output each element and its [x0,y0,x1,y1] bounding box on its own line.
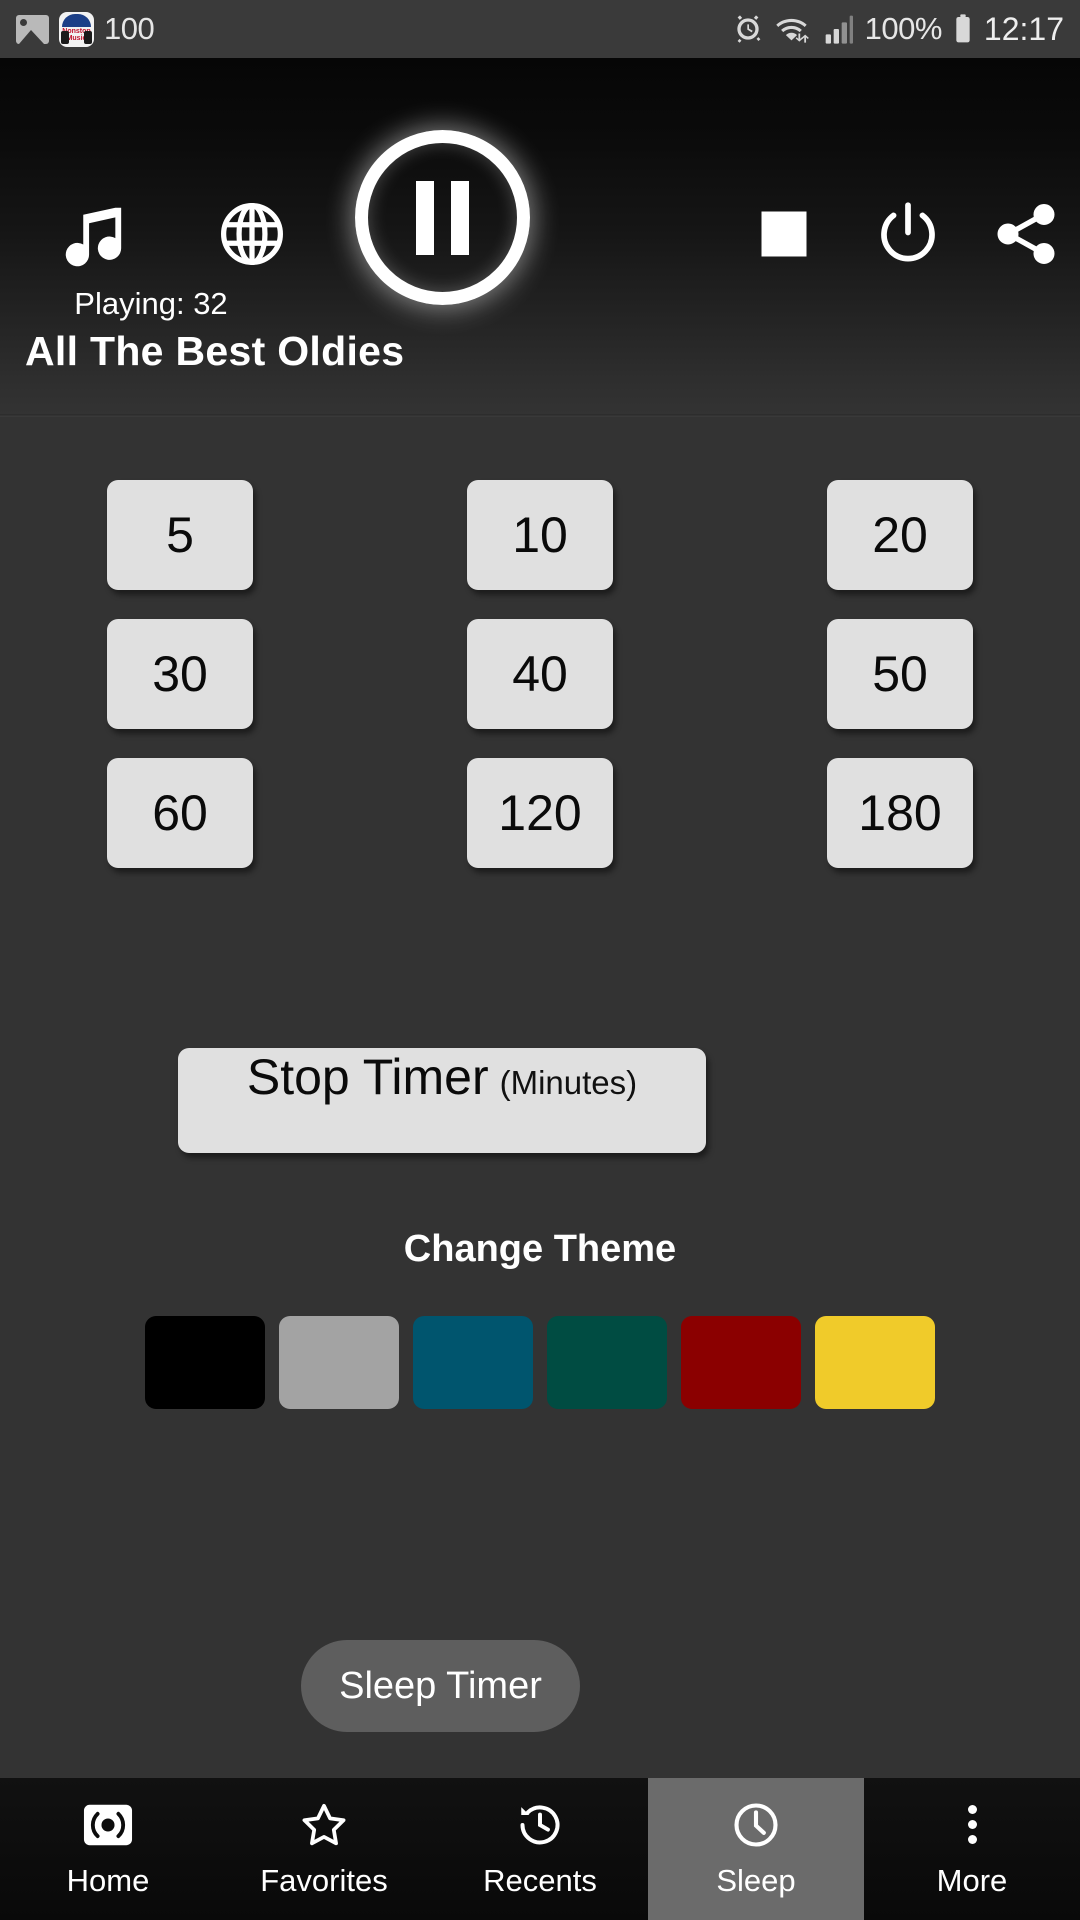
nav-item-home[interactable]: Home [0,1778,216,1920]
status-bar-right: 100% 12:17 [732,11,1064,48]
timer-button-20[interactable]: 20 [827,480,973,590]
bottom-navigation-bar: Home Favorites Recents Sleep More [0,1778,1080,1920]
theme-swatch-yellow[interactable] [815,1316,935,1409]
notification-count: 100 [104,11,155,46]
wifi-icon [775,18,809,43]
theme-swatch-black[interactable] [145,1316,265,1409]
app-icon-earcup-right [84,30,92,44]
timer-button-180[interactable]: 180 [827,758,973,868]
globe-icon [221,203,283,265]
timer-button-5[interactable]: 5 [107,480,253,590]
header-divider [0,414,1080,417]
nav-label-more: More [936,1862,1008,1898]
player-header: Playing: 32 All The Best Oldies [0,58,1080,415]
theme-swatch-gray[interactable] [279,1316,399,1409]
nav-label-home: Home [66,1862,150,1898]
clock-time: 12:17 [983,10,1064,47]
gallery-icon [16,14,49,44]
change-theme-title: Change Theme [403,1228,677,1270]
sleep-timer-pill-button[interactable]: Sleep Timer [301,1640,580,1732]
status-bar: Nonstop Music 100 100% 12:17 [0,0,1080,58]
theme-swatch-blue[interactable] [413,1316,533,1409]
clock-icon [729,1800,783,1850]
alarm-icon [736,15,761,43]
timer-button-10[interactable]: 10 [467,480,613,590]
timer-button-30[interactable]: 30 [107,619,253,729]
sleep-timer-duration-grid: 5 10 20 30 40 50 60 120 180 [0,480,1080,868]
stop-timer-button[interactable]: Stop Timer (Minutes) [178,1048,706,1153]
status-bar-left: Nonstop Music 100 [16,11,155,47]
stop-timer-label: Stop Timer [246,1049,489,1105]
nonstop-music-app-icon: Nonstop Music [59,11,94,47]
globe-button[interactable] [206,188,298,280]
battery-percent-label: 100% [864,11,943,46]
app-root: Nonstop Music 100 100% 12:17 Playing: 32… [0,0,1080,1920]
timer-button-40[interactable]: 40 [467,619,613,729]
theme-swatch-red[interactable] [681,1316,801,1409]
share-icon [997,204,1055,264]
nav-label-recents: Recents [483,1862,597,1898]
stop-icon [761,211,807,257]
more-vert-icon [967,1800,977,1850]
timer-button-50[interactable]: 50 [827,619,973,729]
nav-item-sleep[interactable]: Sleep [648,1778,864,1920]
nav-label-sleep: Sleep [716,1862,796,1898]
timer-button-120[interactable]: 120 [467,758,613,868]
stop-timer-unit-label: (Minutes) [499,1064,638,1101]
share-button[interactable] [980,188,1072,280]
pause-button[interactable] [355,130,530,305]
star-icon [298,1800,350,1850]
nav-item-favorites[interactable]: Favorites [216,1778,432,1920]
battery-icon [956,14,970,43]
theme-swatch-row [0,1316,1080,1409]
pause-bar-right [451,180,469,255]
power-button[interactable] [862,188,954,280]
signal-icon [825,15,853,44]
pause-bar-left [416,180,434,255]
history-icon [514,1800,566,1850]
station-title: All The Best Oldies [25,328,405,374]
app-icon-earcup-left [61,30,69,44]
music-note-icon [65,207,122,267]
broadcast-icon [83,1800,133,1850]
music-note-button[interactable] [46,188,138,280]
theme-swatch-green[interactable] [547,1316,667,1409]
stop-button[interactable] [740,190,828,278]
nav-item-more[interactable]: More [864,1778,1080,1920]
nav-item-recents[interactable]: Recents [432,1778,648,1920]
timer-button-60[interactable]: 60 [107,758,253,868]
power-icon [881,202,935,262]
playing-status: Playing: 32 [74,286,228,321]
nav-label-favorites: Favorites [260,1862,388,1898]
